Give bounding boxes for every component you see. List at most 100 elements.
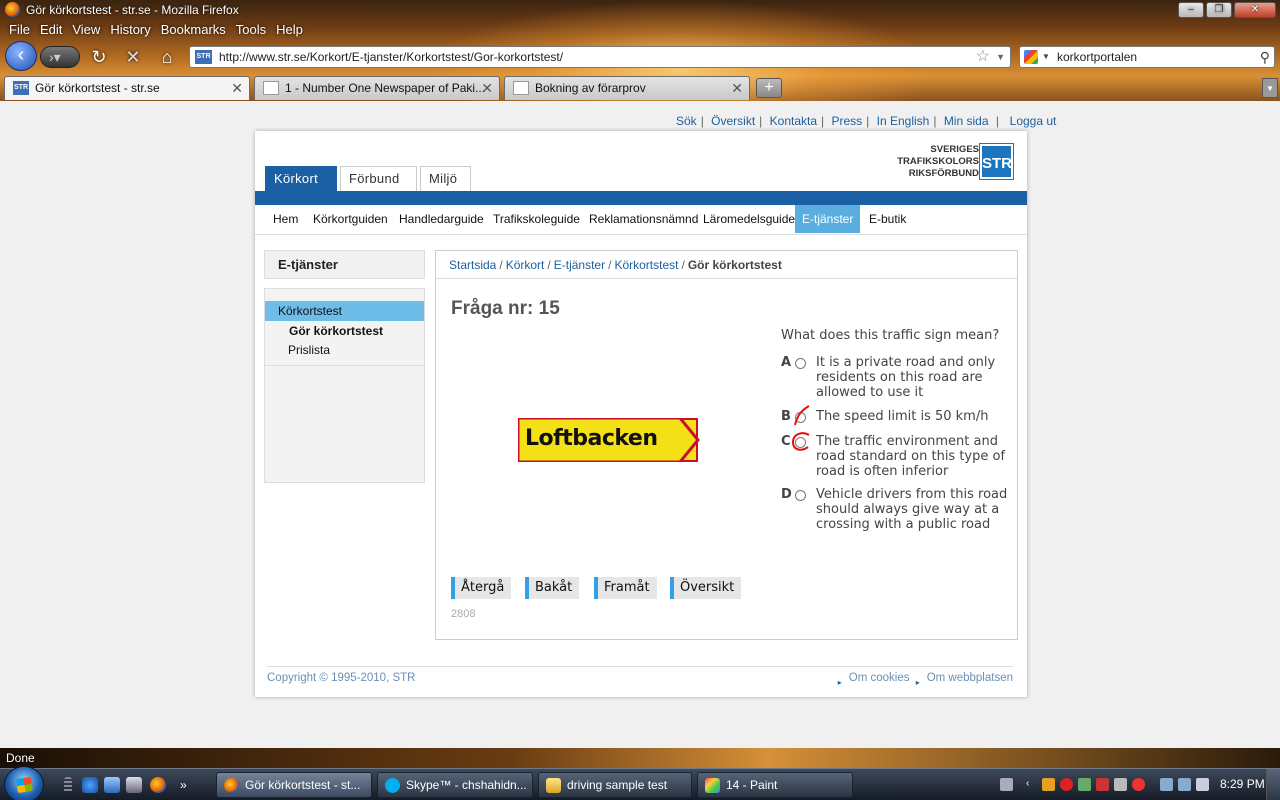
- taskbar-item-skype[interactable]: Skype™ - chshahidn...: [377, 772, 533, 798]
- list-all-tabs-button[interactable]: ▼: [1262, 78, 1278, 98]
- tray-app-icon[interactable]: [1096, 778, 1109, 791]
- sidebar-item-korkortstest[interactable]: Körkortstest: [265, 301, 424, 321]
- toplink-press[interactable]: Press: [831, 114, 862, 128]
- tab-bokning[interactable]: Bokning av förarprov ✕: [504, 76, 750, 100]
- option-b: B The speed limit is 50 km/h: [781, 405, 1011, 427]
- subnav-hem[interactable]: Hem: [266, 205, 305, 233]
- window-switch-icon[interactable]: [126, 777, 142, 793]
- str-logo[interactable]: SVERIGES TRAFIKSKOLORS RIKSFÖRBUND STR: [891, 143, 1015, 180]
- url-bar[interactable]: STR http://www.str.se/Korkort/E-tjanster…: [189, 46, 1011, 68]
- menu-history[interactable]: History: [105, 20, 155, 40]
- menu-view[interactable]: View: [67, 20, 105, 40]
- navigation-toolbar: ‹ ›▾ ↻ ✕ ⌂ STR http://www.str.se/Korkort…: [0, 40, 1280, 72]
- tab-korkort[interactable]: Körkort: [265, 166, 337, 192]
- menu-file[interactable]: File: [4, 20, 35, 40]
- keyboard-icon[interactable]: [1000, 778, 1013, 791]
- framat-button[interactable]: Framåt: [594, 577, 657, 599]
- footer-link-om-cookies[interactable]: Om cookies: [835, 672, 910, 684]
- tray-app-icon[interactable]: [1114, 778, 1127, 791]
- minimize-button[interactable]: –: [1178, 2, 1204, 18]
- clock[interactable]: 8:29 PM: [1220, 777, 1265, 791]
- toplink-sok[interactable]: Sök: [676, 114, 697, 128]
- network-icon[interactable]: [1160, 778, 1173, 791]
- tray-app-icon[interactable]: [1078, 778, 1091, 791]
- stop-icon[interactable]: ✕: [123, 47, 143, 67]
- show-desktop-icon[interactable]: [104, 777, 120, 793]
- option-letter: D: [781, 487, 792, 502]
- bookmark-star-icon[interactable]: ☆: [976, 47, 990, 67]
- subnav-laromedelsguide[interactable]: Läromedelsguide: [696, 205, 802, 233]
- start-button[interactable]: [4, 766, 44, 800]
- menu-tools[interactable]: Tools: [231, 20, 271, 40]
- footer-link-om-webbplatsen[interactable]: Om webbplatsen: [913, 672, 1013, 684]
- tab-miljo[interactable]: Miljö: [420, 166, 471, 192]
- sidebar-item-prislista[interactable]: Prislista: [288, 343, 330, 357]
- toplink-logga-ut[interactable]: Logga ut: [1010, 114, 1057, 128]
- option-letter: C: [781, 434, 791, 449]
- tray-app-icon[interactable]: [1132, 778, 1145, 791]
- internet-explorer-icon[interactable]: [82, 777, 98, 793]
- tab-newspaper[interactable]: 1 - Number One Newspaper of Paki... ✕: [254, 76, 500, 100]
- taskbar-item-folder[interactable]: driving sample test: [538, 772, 692, 798]
- taskbar-item-paint[interactable]: 14 - Paint: [697, 772, 853, 798]
- oversikt-button[interactable]: Översikt: [670, 577, 742, 599]
- antivirus-icon[interactable]: [1060, 778, 1073, 791]
- tab-gor-korkortstest[interactable]: STR Gör körkortstest - str.se ✕: [4, 76, 250, 100]
- option-d-radio[interactable]: [795, 490, 806, 501]
- top-links: Sök | Översikt | Kontakta | Press | In Engli…: [676, 114, 1057, 128]
- close-tab-icon[interactable]: ✕: [731, 77, 743, 99]
- main-content: Startsida / Körkort / E-tjänster / Körkortstes…: [435, 250, 1018, 640]
- taskbar-item-firefox[interactable]: Gör körkortstest - st...: [216, 772, 372, 798]
- network-icon[interactable]: [1178, 778, 1191, 791]
- tray-expand-icon[interactable]: ‹: [1026, 778, 1034, 791]
- forward-button[interactable]: ›▾: [40, 46, 80, 68]
- subnav-trafikskoleguide[interactable]: Trafikskoleguide: [486, 205, 587, 233]
- menu-bookmarks[interactable]: Bookmarks: [156, 20, 231, 40]
- search-engine-dropdown-icon[interactable]: ▼: [1042, 47, 1050, 67]
- taskbar-item-label: Skype™ - chshahidn...: [406, 778, 527, 792]
- header-bar: [255, 191, 1027, 205]
- subnav-handledarguide[interactable]: Handledarguide: [392, 205, 491, 233]
- breadcrumb-korkort[interactable]: Körkort: [506, 258, 545, 272]
- maximize-button[interactable]: ❐: [1206, 2, 1232, 18]
- subnav-korkortguiden[interactable]: Körkortguiden: [306, 205, 395, 233]
- close-tab-icon[interactable]: ✕: [481, 77, 493, 99]
- breadcrumb-e-tjanster[interactable]: E-tjänster: [554, 258, 605, 272]
- tab-label: Gör körkortstest - str.se: [35, 81, 160, 95]
- show-desktop-button[interactable]: [1266, 769, 1280, 800]
- close-tab-icon[interactable]: ✕: [231, 77, 243, 99]
- option-b-radio[interactable]: [795, 412, 806, 423]
- bakat-button[interactable]: Bakåt: [525, 577, 580, 599]
- breadcrumb-startsida[interactable]: Startsida: [449, 258, 496, 272]
- search-bar[interactable]: ▼ korkortportalen ⚲: [1019, 46, 1275, 68]
- google-icon[interactable]: [1024, 50, 1038, 64]
- subnav-reklamationsnamnd[interactable]: Reklamationsnämnd: [582, 205, 705, 233]
- subnav-e-butik[interactable]: E-butik: [862, 205, 913, 233]
- toplink-in-english[interactable]: In English: [877, 114, 930, 128]
- volume-icon[interactable]: [1196, 778, 1209, 791]
- toplink-min-sida[interactable]: Min sida: [944, 114, 989, 128]
- breadcrumb-korkortstest[interactable]: Körkortstest: [614, 258, 678, 272]
- search-icon[interactable]: ⚲: [1260, 47, 1270, 67]
- toplink-oversikt[interactable]: Översikt: [711, 114, 755, 128]
- back-button[interactable]: ‹: [5, 41, 37, 71]
- tab-forbund[interactable]: Förbund: [340, 166, 417, 192]
- toplink-kontakta[interactable]: Kontakta: [770, 114, 817, 128]
- menu-edit[interactable]: Edit: [35, 20, 67, 40]
- subnav-e-tjanster[interactable]: E-tjänster: [795, 205, 861, 233]
- close-window-button[interactable]: ✕: [1234, 2, 1276, 18]
- option-c-radio[interactable]: [795, 437, 806, 448]
- site-container: SVERIGES TRAFIKSKOLORS RIKSFÖRBUND STR K…: [255, 131, 1027, 697]
- atergå-button[interactable]: Återgå: [451, 577, 512, 599]
- quicklaunch-overflow-icon[interactable]: »: [180, 777, 196, 793]
- tray-app-icon[interactable]: [1042, 778, 1055, 791]
- footer: Copyright © 1995-2010, STR Om cookies Om…: [267, 666, 1013, 692]
- sidebar-item-gor-korkortstest[interactable]: Gör körkortstest: [289, 324, 383, 338]
- new-tab-button[interactable]: +: [756, 78, 782, 98]
- reload-icon[interactable]: ↻: [89, 47, 109, 67]
- firefox-quicklaunch-icon[interactable]: [150, 777, 166, 793]
- menu-help[interactable]: Help: [271, 20, 308, 40]
- option-a-radio[interactable]: [795, 358, 806, 369]
- home-icon[interactable]: ⌂: [157, 47, 177, 67]
- url-dropdown-icon[interactable]: ▼: [996, 47, 1005, 67]
